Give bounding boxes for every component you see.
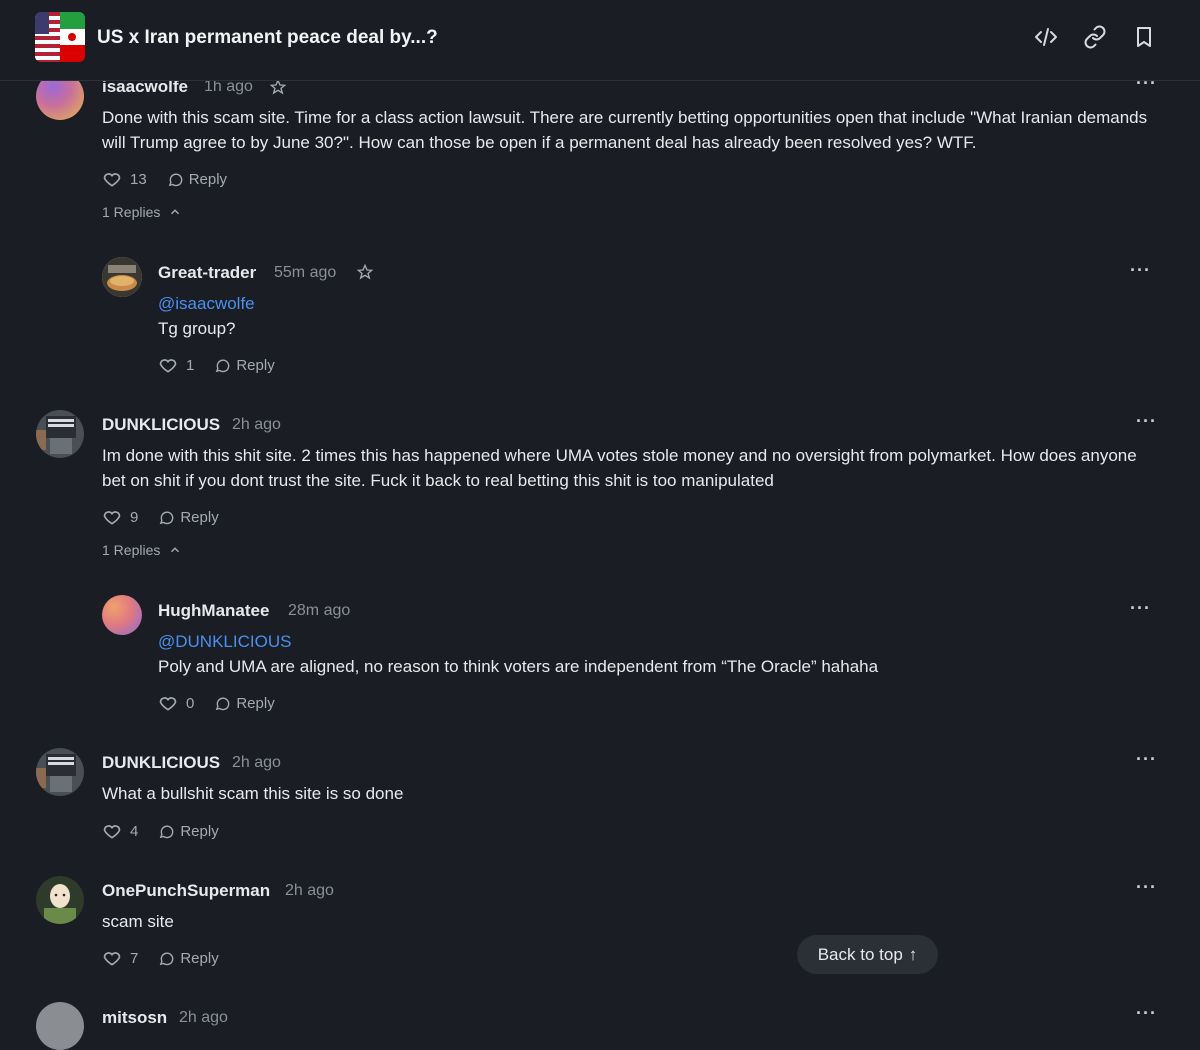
comment-actions: 13 Reply	[102, 168, 227, 190]
reply-button[interactable]: Reply	[158, 949, 219, 967]
like-count: 4	[130, 822, 139, 840]
comment-text: Tg group?	[158, 319, 236, 338]
reply-bubble-icon	[216, 697, 230, 710]
like-button[interactable]: 4	[102, 821, 138, 841]
like-count: 0	[186, 694, 195, 712]
more-options-button[interactable]: ···	[1136, 749, 1157, 770]
heart-icon	[159, 359, 177, 373]
reply-label: Reply	[236, 356, 275, 374]
star-icon[interactable]	[270, 79, 286, 95]
market-title: US x Iran permanent peace deal by...?	[97, 27, 438, 48]
reply-bubble-icon	[160, 952, 174, 965]
heart-icon	[103, 173, 121, 187]
comment-time: 2h ago	[285, 882, 334, 899]
comment-body: @isaacwolfe Tg group?	[158, 291, 1138, 341]
like-count: 9	[130, 508, 139, 526]
avatar[interactable]	[102, 257, 142, 297]
comment-time: 2h ago	[232, 416, 281, 433]
reply-bubble-icon	[160, 511, 174, 524]
more-options-button[interactable]: ···	[1130, 260, 1151, 281]
reply-label: Reply	[180, 949, 219, 967]
reply-button[interactable]: Reply	[167, 171, 227, 188]
comment-time: 28m ago	[288, 602, 351, 619]
comment-text: Im done with this shit site. 2 times thi…	[102, 446, 1137, 490]
comment-body: @DUNKLICIOUS Poly and UMA are aligned, n…	[158, 629, 1138, 679]
like-button[interactable]: 0	[158, 693, 194, 713]
back-to-top-button[interactable]: Back to top ↑	[797, 935, 938, 974]
market-thumbnail-image[interactable]	[35, 12, 85, 62]
back-to-top-label: Back to top	[817, 944, 903, 964]
like-button[interactable]: 1	[158, 355, 194, 375]
avatar[interactable]	[102, 595, 142, 635]
reply-bubble-icon	[168, 173, 182, 186]
heart-icon	[159, 697, 177, 711]
comment-username[interactable]: OnePunchSuperman	[102, 881, 270, 901]
like-count: 7	[130, 949, 139, 967]
reply-button[interactable]: Reply	[158, 822, 219, 840]
more-options-button[interactable]: ···	[1136, 411, 1157, 432]
comment-text: scam site	[102, 912, 174, 931]
arrow-up-icon: ↑	[908, 944, 918, 964]
like-count: 1	[186, 356, 195, 374]
comment-actions: 7 Reply	[102, 947, 219, 969]
reply-button[interactable]: Reply	[214, 694, 275, 712]
reply-button[interactable]: Reply	[214, 356, 275, 374]
avatar[interactable]	[36, 410, 84, 458]
replies-count-label: 1 Replies	[102, 542, 161, 558]
comment-text: Poly and UMA are aligned, no reason to t…	[158, 657, 879, 676]
link-icon[interactable]	[1083, 25, 1107, 49]
like-button[interactable]: 13	[102, 169, 147, 189]
replies-toggle[interactable]: 1 Replies	[102, 204, 182, 220]
mention-link[interactable]: @DUNKLICIOUS	[158, 629, 1138, 654]
avatar[interactable]	[36, 748, 84, 796]
reply-bubble-icon	[160, 825, 174, 838]
comment-username[interactable]: DUNKLICIOUS	[102, 753, 220, 773]
like-count: 13	[130, 170, 147, 188]
mention-link[interactable]: @isaacwolfe	[158, 291, 1138, 316]
replies-toggle[interactable]: 1 Replies	[102, 542, 182, 558]
reply-label: Reply	[188, 170, 228, 188]
like-button[interactable]: 7	[102, 948, 138, 968]
comment-username[interactable]: DUNKLICIOUS	[102, 415, 220, 435]
star-icon[interactable]	[357, 264, 373, 280]
reply-label: Reply	[236, 694, 275, 712]
like-button[interactable]: 9	[102, 507, 138, 527]
comment-text: What a bullshit scam this site is so don…	[102, 784, 404, 803]
more-options-button[interactable]: ···	[1136, 877, 1157, 898]
comment-actions: 0 Reply	[158, 692, 275, 714]
heart-icon	[103, 511, 121, 525]
comment-text: Done with this scam site. Time for a cla…	[102, 108, 1148, 152]
reply-button[interactable]: Reply	[158, 508, 219, 526]
avatar[interactable]	[36, 876, 84, 924]
embed-code-icon[interactable]	[1034, 25, 1058, 49]
bookmark-icon[interactable]	[1132, 25, 1156, 49]
comment-username[interactable]: Great-trader	[158, 263, 256, 283]
heart-icon	[103, 825, 121, 839]
replies-count-label: 1 Replies	[102, 204, 161, 220]
comment-actions: 4 Reply	[102, 820, 219, 842]
market-header: US x Iran permanent peace deal by...?	[0, 0, 1200, 81]
avatar[interactable]	[36, 1002, 84, 1050]
comment-actions: 9 Reply	[102, 506, 219, 528]
reply-label: Reply	[180, 822, 219, 840]
comment-time: 2h ago	[232, 754, 281, 771]
comment-time: 2h ago	[179, 1009, 228, 1026]
comment-time: 55m ago	[274, 264, 337, 281]
heart-icon	[103, 952, 121, 966]
comment-actions: 1 Reply	[158, 354, 275, 376]
reply-bubble-icon	[216, 359, 230, 372]
chevron-up-icon	[171, 547, 180, 553]
reply-label: Reply	[180, 508, 219, 526]
more-options-button[interactable]: ···	[1130, 598, 1151, 619]
more-options-button[interactable]: ···	[1136, 1003, 1157, 1024]
comment-username[interactable]: HughManatee	[158, 601, 269, 621]
chevron-up-icon	[171, 209, 180, 215]
comment-username[interactable]: mitsosn	[102, 1008, 167, 1028]
